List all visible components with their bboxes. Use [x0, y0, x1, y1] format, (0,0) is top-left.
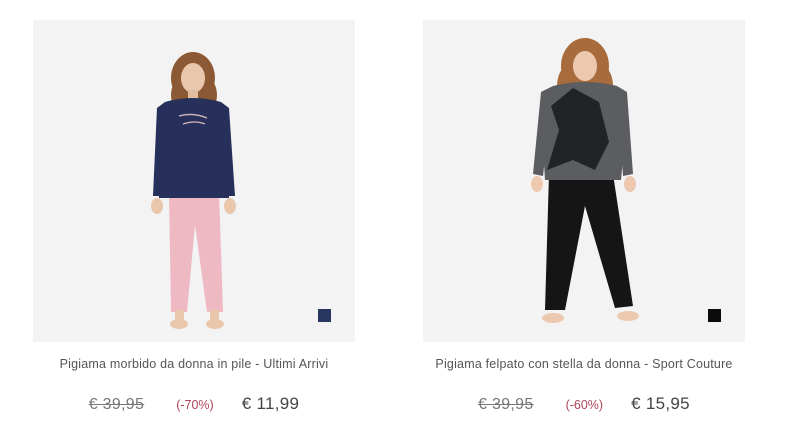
color-swatch[interactable]	[318, 309, 331, 322]
product-image[interactable]	[423, 20, 745, 342]
sweater	[153, 98, 235, 198]
product-card[interactable]: Pigiama felpato con stella da donna - Sp…	[408, 0, 748, 433]
product-grid: Pigiama morbido da donna in pile - Ultim…	[0, 0, 796, 433]
product-title[interactable]: Pigiama felpato con stella da donna - Sp…	[408, 357, 760, 371]
model-illustration	[151, 52, 236, 329]
price-row: € 39,95 (-70%) € 11,99	[18, 394, 370, 414]
sweater	[533, 82, 633, 180]
sale-price: € 15,95	[631, 394, 690, 413]
sale-price: € 11,99	[241, 394, 300, 413]
model-illustration	[531, 38, 639, 323]
pants	[169, 192, 223, 312]
product-card[interactable]: Pigiama morbido da donna in pile - Ultim…	[18, 0, 358, 433]
discount-badge: (-60%)	[565, 398, 604, 412]
pants	[545, 174, 633, 310]
discount-badge: (-70%)	[176, 398, 214, 412]
original-price: € 39,95	[478, 396, 534, 413]
price-row: € 39,95 (-60%) € 15,95	[408, 394, 760, 414]
color-swatch[interactable]	[708, 309, 721, 322]
product-image[interactable]	[33, 20, 355, 342]
original-price: € 39,95	[88, 396, 145, 413]
product-title[interactable]: Pigiama morbido da donna in pile - Ultim…	[18, 357, 370, 371]
